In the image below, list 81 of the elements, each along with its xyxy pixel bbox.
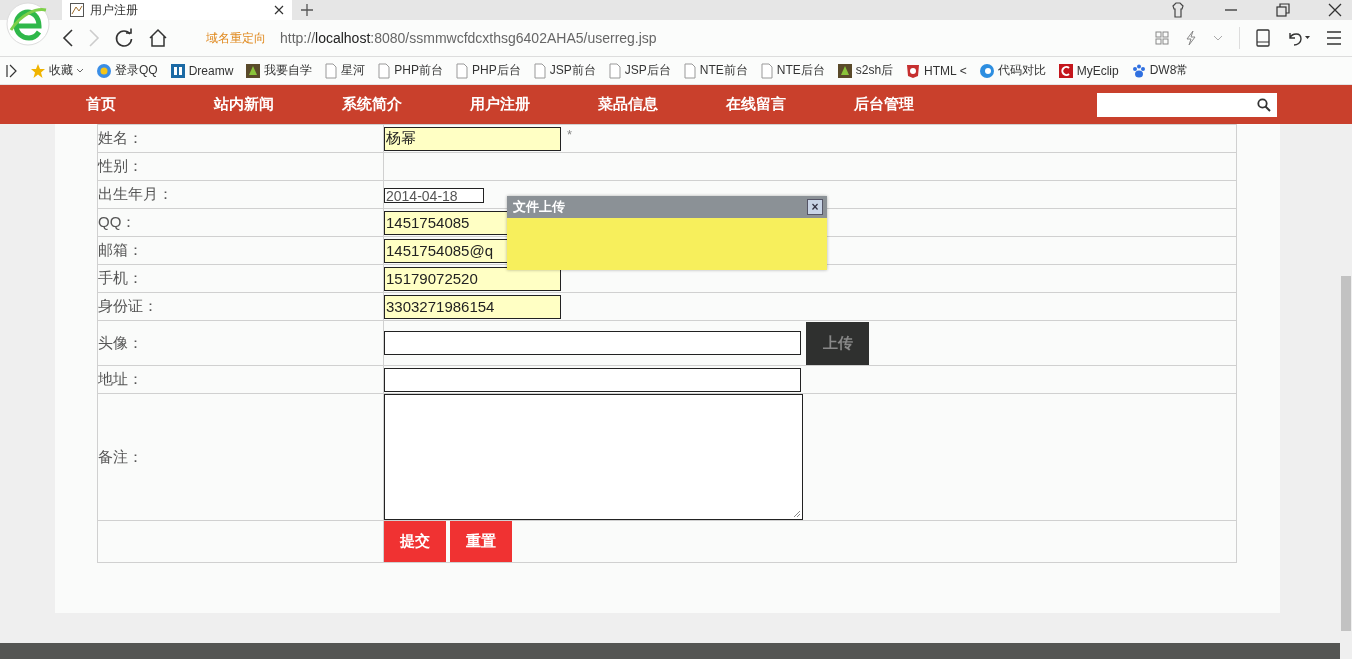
bookmark[interactable]: Dreamw: [169, 62, 234, 79]
tablet-icon[interactable]: [1256, 29, 1270, 47]
page-icon: [759, 62, 774, 79]
square-logo-icon: [1057, 62, 1074, 79]
address-field[interactable]: http://localhost:8080/ssmmwcfdcxthsg6402AHA5/userreg.jsp: [280, 30, 657, 46]
square-logo-icon: [169, 62, 186, 79]
field-label: 性别：: [98, 157, 143, 174]
sidebar-toggle-icon[interactable]: [6, 63, 18, 78]
page-icon: [682, 62, 697, 79]
field-label: 邮箱：: [98, 241, 143, 258]
chevron-down-icon[interactable]: [76, 67, 84, 74]
bookmark[interactable]: 登录QQ: [96, 62, 158, 79]
field-label: QQ：: [98, 213, 137, 230]
shield-icon: [905, 62, 922, 79]
circle-logo-icon: [978, 62, 995, 79]
page-icon: [377, 62, 392, 79]
nav-link[interactable]: 站内新闻: [196, 85, 324, 124]
close-icon[interactable]: [1328, 3, 1342, 17]
bookmark[interactable]: MyEclip: [1057, 62, 1119, 79]
bookmark[interactable]: NTE前台: [682, 62, 748, 79]
nav-link[interactable]: 菜品信息: [580, 85, 708, 124]
text-area[interactable]: [384, 394, 803, 520]
bookmark[interactable]: s2sh后: [836, 62, 894, 79]
field-label: 出生年月：: [98, 185, 173, 202]
field-label: 备注：: [98, 447, 143, 465]
bookmark[interactable]: JSP后台: [607, 62, 671, 79]
reload-icon[interactable]: [114, 28, 134, 48]
page-icon: [455, 62, 470, 79]
field-label: 手机：: [98, 269, 143, 286]
star-icon: [30, 62, 46, 79]
input-field[interactable]: [384, 367, 801, 392]
leaf-icon: [836, 62, 853, 79]
bookmark[interactable]: PHP后台: [455, 62, 521, 79]
lightning-icon[interactable]: [1185, 30, 1197, 46]
page-icon: [607, 62, 622, 79]
upload-button[interactable]: 上传: [806, 321, 869, 365]
bookmark[interactable]: 我要自学: [245, 62, 313, 79]
leaf-icon: [245, 62, 262, 79]
search-field[interactable]: [1097, 92, 1277, 117]
required-mark: *: [567, 126, 573, 142]
page-icon: [532, 62, 547, 79]
plus-icon[interactable]: [300, 3, 314, 17]
form-button[interactable]: 重置: [450, 521, 512, 562]
nav-link[interactable]: 后台管理: [836, 85, 964, 124]
nav-link[interactable]: 首页: [68, 85, 196, 124]
input-field[interactable]: 15179072520: [384, 266, 561, 291]
field-label: 身份证：: [98, 297, 158, 314]
close-tab-icon[interactable]: [274, 5, 284, 15]
bookmark[interactable]: NTE后台: [759, 62, 825, 79]
input-field[interactable]: 杨幂: [384, 126, 561, 151]
date-field[interactable]: 2014-04-18: [384, 188, 484, 204]
restore-icon[interactable]: [1276, 3, 1290, 17]
input-field[interactable]: 3303271986154: [384, 294, 561, 319]
field-label: 姓名：: [98, 129, 143, 146]
nav-link[interactable]: 系统简介: [324, 85, 452, 124]
input-field[interactable]: [384, 331, 801, 355]
nav-link[interactable]: 用户注册: [452, 85, 580, 124]
field-label: 地址：: [98, 370, 143, 387]
nav-link[interactable]: 在线留言: [708, 85, 836, 124]
page-thumbnail-icon: [70, 3, 84, 17]
bookmark[interactable]: 星河: [324, 62, 366, 79]
bookmark[interactable]: DW8常: [1130, 62, 1189, 79]
close-button[interactable]: ×: [807, 199, 823, 215]
paw-icon: [1130, 62, 1147, 79]
shirt-icon[interactable]: [1170, 2, 1186, 18]
menu-icon[interactable]: [1326, 31, 1342, 45]
circle-logo-icon: [96, 62, 112, 79]
search-icon[interactable]: [1257, 97, 1271, 112]
undo-icon[interactable]: [1286, 30, 1310, 46]
bookmark[interactable]: 代码对比: [978, 62, 1046, 79]
bookmark[interactable]: 收藏: [30, 62, 84, 79]
form-button[interactable]: 提交: [384, 521, 446, 562]
bookmark[interactable]: PHP前台: [377, 62, 444, 79]
page-icon: [324, 62, 339, 79]
home-icon[interactable]: [148, 28, 168, 48]
back-icon[interactable]: [62, 29, 74, 47]
field-label: 头像：: [98, 333, 143, 351]
bookmark[interactable]: HTML <: [905, 62, 967, 79]
bookmark[interactable]: JSP前台: [532, 62, 596, 79]
browser-tab[interactable]: 用户注册: [62, 0, 292, 20]
resize-grip-icon[interactable]: [793, 510, 801, 518]
